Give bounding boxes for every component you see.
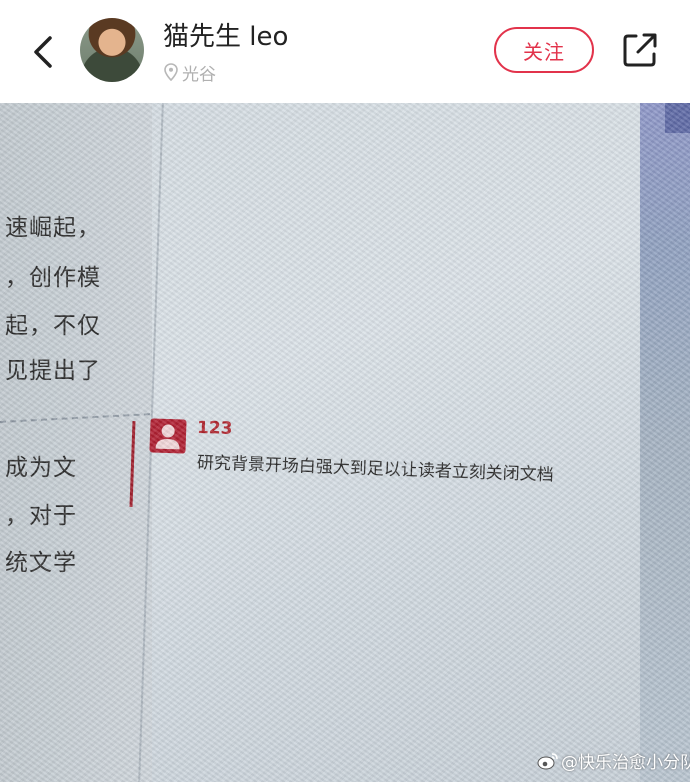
- post-header: 猫先生 leo 光谷 关注: [0, 0, 690, 103]
- screen-edge: [640, 103, 690, 782]
- post-photo[interactable]: 速崛起， ，创作模 起，不仅 见提出了 成为文 ，对于 统文学 123 研究背景…: [0, 103, 690, 782]
- document-line: ，对于: [5, 503, 77, 529]
- document-line: 成为文: [5, 455, 77, 481]
- watermark: @快乐治愈小分队: [537, 748, 690, 773]
- document-line: 见提出了: [5, 358, 101, 384]
- user-name[interactable]: 猫先生 leo: [163, 16, 288, 53]
- document-line: 起，不仅: [5, 313, 101, 339]
- comment-author: 123: [196, 418, 233, 439]
- location-pin-icon: [164, 63, 178, 81]
- user-silhouette-icon: [155, 424, 180, 450]
- watermark-text: @快乐治愈小分队: [561, 753, 690, 773]
- comment-avatar: [149, 418, 187, 454]
- location-text: 光谷: [182, 64, 216, 85]
- share-external-icon: [623, 33, 657, 67]
- document-comment-margin: [152, 103, 652, 782]
- location: 光谷: [164, 60, 216, 85]
- chevron-left-icon: [34, 36, 52, 68]
- document-line: 统文学: [5, 550, 77, 576]
- document-line: 速崛起，: [5, 215, 101, 241]
- weibo-logo-icon: [537, 752, 558, 769]
- document-line: ，创作模: [5, 265, 101, 291]
- back-button[interactable]: [28, 30, 60, 74]
- avatar[interactable]: [80, 18, 144, 82]
- document-page-left: [0, 103, 160, 782]
- follow-button[interactable]: 关注: [494, 27, 594, 73]
- share-button[interactable]: [620, 30, 660, 70]
- screen-edge-dark: [665, 103, 690, 133]
